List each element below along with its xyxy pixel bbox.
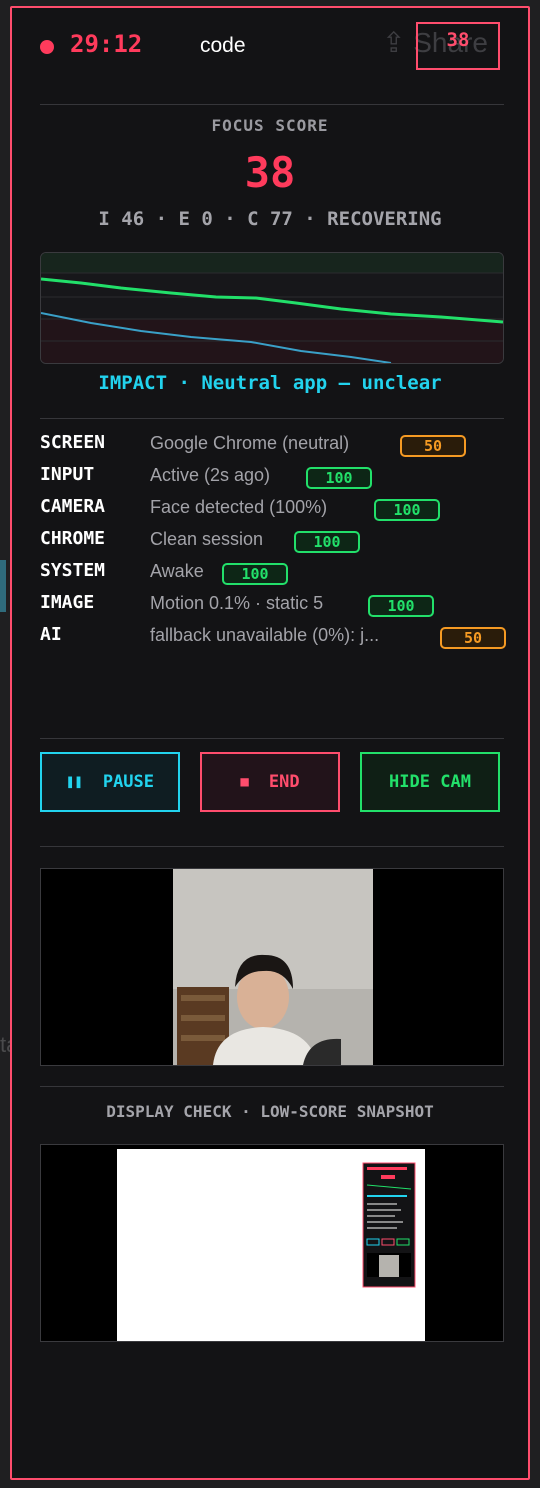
pause-button[interactable]: ❚❚ PAUSE (40, 752, 180, 812)
background-window-strip (0, 560, 6, 612)
focus-score-line (41, 277, 503, 324)
signal-score-badge: 100 (306, 467, 372, 489)
pause-icon: ❚❚ (65, 774, 83, 790)
focus-score-value: 38 (244, 148, 296, 197)
score-badge[interactable]: 38 (416, 22, 500, 70)
signal-value: Clean session (150, 529, 264, 549)
hide-cam-label: HIDE CAM (389, 772, 471, 792)
pause-label: PAUSE (102, 772, 155, 792)
display-snapshot (40, 1144, 504, 1342)
session-mode: code (200, 34, 246, 57)
record-dot-icon (40, 40, 54, 54)
score-breakdown: I 46 · E 0 · C 77 · RECOVERING (98, 208, 442, 230)
signal-row-input: INPUT Active (2s ago) 100 (40, 464, 520, 492)
signal-score-badge: 50 (440, 627, 506, 649)
divider (40, 738, 504, 739)
camera-feed-image (41, 869, 503, 1065)
signal-row-camera: CAMERA Face detected (100%) 100 (40, 496, 520, 524)
signal-row-system: SYSTEM Awake 100 (40, 560, 520, 588)
signal-value: Motion 0.1% · static 5 (150, 593, 324, 613)
stop-icon: ■ (240, 774, 249, 790)
signal-row-screen: SCREEN Google Chrome (neutral) 50 (40, 432, 520, 460)
divider (40, 1086, 504, 1087)
end-button[interactable]: ■ END (200, 752, 340, 812)
signal-value: Face detected (100%) (150, 497, 328, 517)
signal-value: Awake (150, 561, 204, 581)
display-snapshot-image (41, 1145, 503, 1341)
camera-preview (40, 868, 504, 1066)
signal-name: SCREEN (40, 432, 106, 453)
divider (40, 846, 504, 847)
divider (40, 418, 504, 419)
signal-value: fallback unavailable (0%): j... (150, 625, 380, 645)
signal-score-badge: 50 (400, 435, 466, 457)
end-label: END (268, 772, 300, 792)
signal-name: SYSTEM (40, 560, 106, 581)
score-history-chart (40, 252, 504, 364)
signal-name: INPUT (40, 464, 95, 485)
signal-name: AI (40, 624, 62, 645)
signal-score-badge: 100 (222, 563, 288, 585)
hide-cam-button[interactable]: HIDE CAM (360, 752, 500, 812)
signal-score-badge: 100 (294, 531, 360, 553)
focus-score-label: FOCUS SCORE (211, 116, 329, 135)
signal-name: IMAGE (40, 592, 95, 613)
signal-row-ai: AI fallback unavailable (0%): j... 50 (40, 624, 520, 652)
session-timer: 29:12 (70, 30, 143, 58)
share-icon: ⇪ (382, 27, 406, 58)
signal-name: CAMERA (40, 496, 106, 517)
focus-panel: 29:12 code ⇪ Share 38 FOCUS SCORE 38 I 4… (10, 6, 530, 1480)
snapshot-label: DISPLAY CHECK · LOW-SCORE SNAPSHOT (106, 1102, 434, 1121)
signal-score-badge: 100 (374, 499, 440, 521)
signal-name: CHROME (40, 528, 106, 549)
signal-row-image: IMAGE Motion 0.1% · static 5 100 (40, 592, 520, 620)
divider (40, 104, 504, 105)
signal-value: Google Chrome (neutral) (150, 433, 350, 453)
signal-value: Active (2s ago) (150, 465, 271, 485)
impact-status: IMPACT · Neutral app — unclear (98, 372, 442, 394)
signal-row-chrome: CHROME Clean session 100 (40, 528, 520, 556)
signal-score-badge: 100 (368, 595, 434, 617)
